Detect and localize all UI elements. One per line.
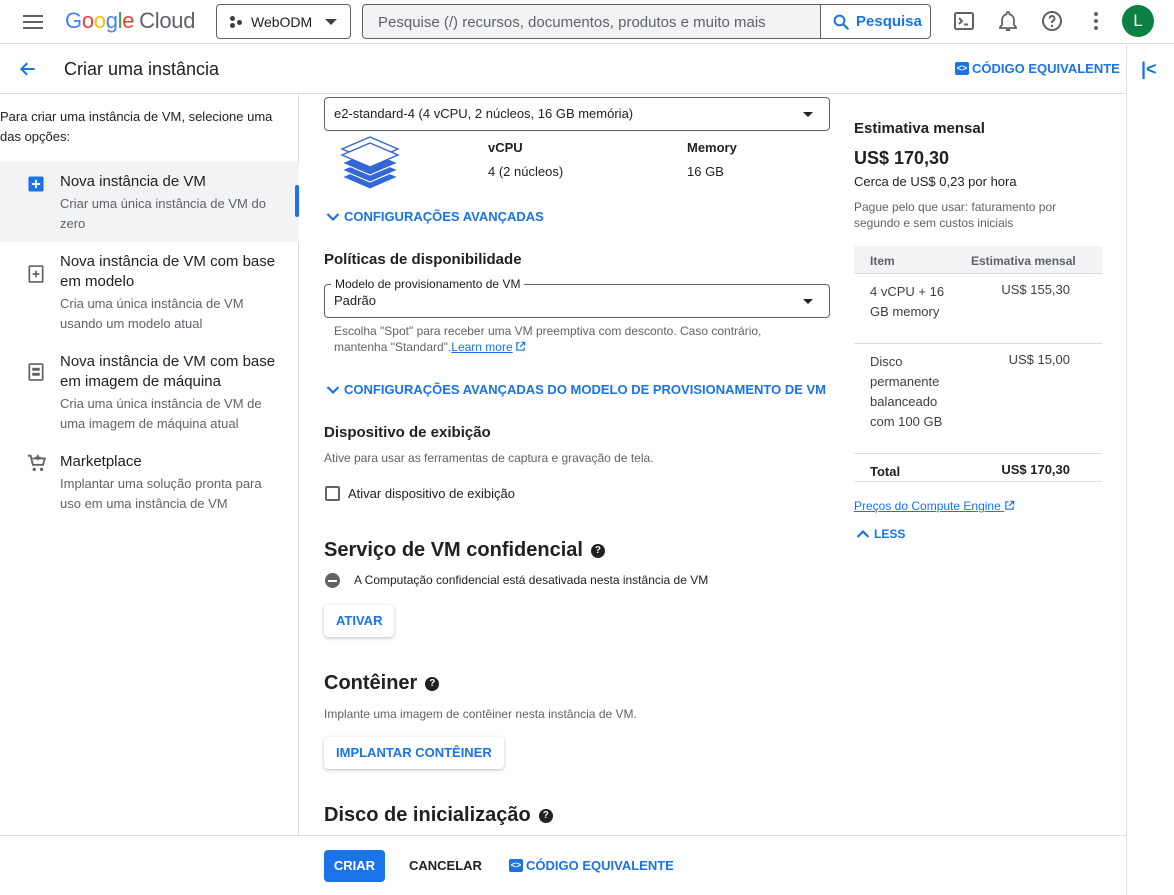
- avatar[interactable]: L: [1122, 5, 1154, 37]
- memory-value: 16 GB: [687, 164, 724, 179]
- google-cloud-logo[interactable]: Google Cloud: [65, 8, 195, 34]
- provisioning-label: Modelo de provisionamento de VM: [331, 277, 525, 291]
- chevron-down-icon: [326, 212, 340, 221]
- dropdown-arrow-icon: [803, 299, 813, 304]
- cost-table-header: Item Estimativa mensal: [854, 246, 1102, 274]
- code-icon: <>: [955, 62, 969, 75]
- help-icon[interactable]: [1040, 9, 1064, 33]
- display-device-title: Dispositivo de exibição: [324, 424, 491, 441]
- cloud-shell-icon[interactable]: [952, 9, 976, 33]
- help-icon[interactable]: ?: [538, 808, 553, 823]
- page-header: Criar uma instância <> CÓDIGO EQUIVALENT…: [0, 45, 1126, 94]
- creation-options-nav: Para criar uma instância de VM, selecion…: [0, 95, 299, 835]
- display-device-checkbox[interactable]: [325, 486, 340, 501]
- vcpu-label: vCPU: [488, 140, 523, 155]
- top-bar: Google Cloud WebODM Pesquise (/) recursos…: [0, 0, 1174, 44]
- project-selector[interactable]: WebODM: [216, 4, 351, 39]
- main-form: e2-standard-4 (4 vCPU, 2 núcleos, 16 GB …: [300, 95, 840, 835]
- code-icon: <>: [509, 859, 523, 872]
- notifications-icon[interactable]: [996, 9, 1020, 33]
- search-bar[interactable]: Pesquise (/) recursos, documentos, produ…: [362, 4, 931, 39]
- add-box-icon: [28, 176, 44, 192]
- template-icon: [28, 265, 44, 283]
- help-icon[interactable]: ?: [590, 543, 605, 558]
- create-button[interactable]: CRIAR: [324, 850, 385, 882]
- project-name: WebODM: [251, 14, 313, 30]
- cost-table: Item Estimativa mensal 4 vCPU + 16 GB me…: [854, 246, 1102, 482]
- confidential-vm-title: Serviço de VM confidencial ?: [324, 539, 605, 562]
- table-row: Disco permanente balanceado com 100 GB U…: [854, 344, 1102, 454]
- pay-as-you-go-note: Pague pelo que usar: faturamento por seg…: [854, 200, 1057, 230]
- help-icon[interactable]: ?: [425, 676, 440, 691]
- availability-title: Políticas de disponibilidade: [324, 251, 522, 268]
- table-row-total: Total US$ 170,30: [854, 454, 1102, 482]
- chevron-down-icon: [325, 19, 337, 25]
- cost-title: Estimativa mensal: [854, 120, 985, 137]
- activate-button[interactable]: ATIVAR: [324, 605, 395, 637]
- table-row: 4 vCPU + 16 GB memory US$ 155,30: [854, 274, 1102, 344]
- page-title: Criar uma instância: [64, 59, 220, 79]
- footer-actions: CRIAR CANCELAR <> CÓDIGO EQUIVALENTE: [0, 835, 1126, 895]
- memory-label: Memory: [687, 140, 737, 155]
- pricing-link[interactable]: Preços do Compute Engine: [854, 499, 1015, 513]
- chevron-up-icon: [856, 529, 870, 538]
- provisioning-model-select[interactable]: Modelo de provisionamento de VM Padrão: [324, 277, 830, 318]
- hourly-price: Cerca de US$ 0,23 por hora: [854, 174, 1017, 189]
- less-toggle[interactable]: LESS: [856, 527, 905, 541]
- nav-item-from-machine-image[interactable]: Nova instância de VM com base em imagem …: [0, 342, 299, 442]
- provisioning-hint: Escolha "Spot" para receber uma VM preem…: [334, 324, 762, 354]
- monthly-price: US$ 170,30: [854, 148, 950, 168]
- advanced-config-toggle[interactable]: CONFIGURAÇÕES AVANÇADAS: [326, 209, 544, 224]
- footer-code-equivalent-button[interactable]: <> CÓDIGO EQUIVALENTE: [509, 858, 674, 873]
- machine-type-select[interactable]: e2-standard-4 (4 vCPU, 2 núcleos, 16 GB …: [324, 97, 830, 131]
- back-arrow-icon[interactable]: [18, 59, 38, 79]
- search-input[interactable]: Pesquise (/) recursos, documentos, produ…: [378, 14, 766, 31]
- confidential-status-text: A Computação confidencial está desativad…: [354, 573, 709, 587]
- nav-item-marketplace[interactable]: Marketplace Implantar uma solução pronta…: [0, 442, 299, 522]
- nav-intro-text: Para criar uma instância de VM, selecion…: [0, 109, 273, 144]
- external-link-icon: [515, 341, 525, 351]
- disabled-status-icon: [325, 573, 340, 588]
- vcpu-value: 4 (2 núcleos): [488, 164, 564, 179]
- project-icon: [230, 16, 244, 28]
- nav-item-from-template[interactable]: Nova instância de VM com base em modelo …: [0, 242, 299, 342]
- dropdown-arrow-icon: [803, 112, 813, 117]
- right-rail: |<: [1126, 45, 1174, 895]
- cart-icon: [27, 454, 47, 472]
- machine-image-icon: [28, 363, 44, 381]
- boot-disk-title: Disco de inicialização ?: [324, 804, 553, 827]
- active-indicator: [295, 185, 299, 217]
- external-link-icon: [1005, 500, 1015, 510]
- advanced-provisioning-toggle[interactable]: CONFIGURAÇÕES AVANÇADAS DO MODELO DE PRO…: [326, 382, 826, 397]
- display-device-checkbox-label: Ativar dispositivo de exibição: [348, 486, 515, 501]
- code-equivalent-button[interactable]: <> CÓDIGO EQUIVALENTE: [955, 61, 1120, 76]
- collapse-panel-icon[interactable]: |<: [1141, 59, 1157, 80]
- container-desc: Implante uma imagem de contêiner nesta i…: [324, 707, 637, 721]
- display-device-desc: Ative para usar as ferramentas de captur…: [324, 451, 654, 465]
- more-options-icon[interactable]: [1084, 9, 1108, 33]
- search-button[interactable]: Pesquisa: [820, 5, 930, 38]
- cancel-button[interactable]: CANCELAR: [409, 858, 482, 873]
- deploy-container-button[interactable]: IMPLANTAR CONTÊINER: [324, 737, 504, 769]
- learn-more-link[interactable]: Learn more: [451, 340, 512, 354]
- container-title: Contêiner ?: [324, 672, 440, 695]
- search-icon: [833, 14, 849, 30]
- nav-item-new-vm[interactable]: Nova instância de VM Criar uma única ins…: [0, 162, 299, 242]
- machine-stack-icon: [340, 136, 400, 190]
- hamburger-menu-icon[interactable]: [22, 11, 44, 33]
- chevron-down-icon: [326, 385, 340, 394]
